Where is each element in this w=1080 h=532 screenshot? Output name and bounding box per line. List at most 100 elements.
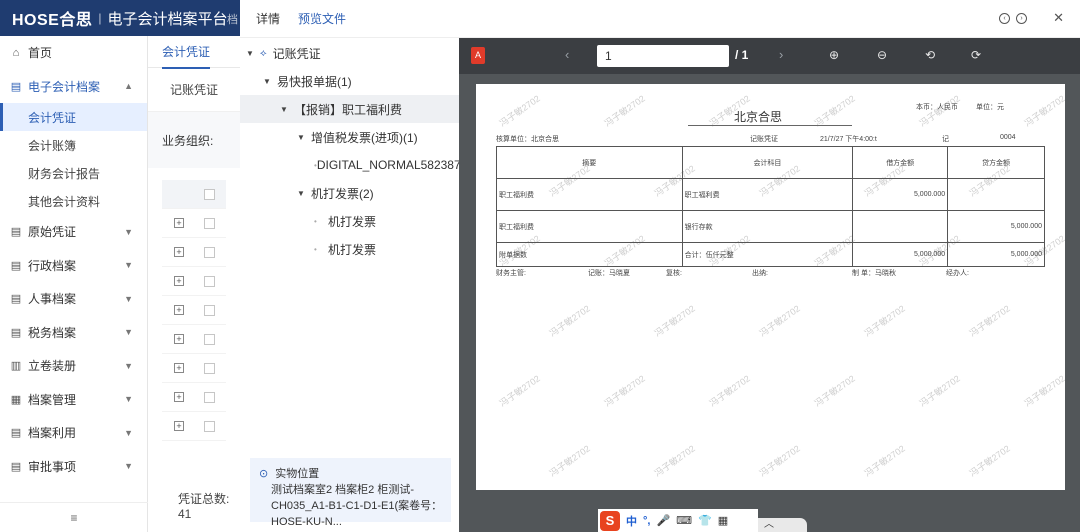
row-checkbox[interactable] bbox=[204, 391, 215, 403]
table-row[interactable]: + bbox=[162, 383, 226, 412]
keyboard-icon[interactable]: ⌨ bbox=[676, 514, 692, 527]
expand-row-icon[interactable]: + bbox=[174, 218, 184, 228]
row-checkbox[interactable] bbox=[204, 333, 215, 345]
sidebar-item-6[interactable]: ▥ 立卷装册 ▼ bbox=[0, 349, 147, 383]
expand-row-icon[interactable]: + bbox=[174, 421, 184, 431]
voucher-header-cell: 会计科目 bbox=[681, 146, 854, 179]
tree-node[interactable]: ▼ 【报销】职工福利费 bbox=[240, 95, 459, 123]
table-row[interactable]: + bbox=[162, 238, 226, 267]
page-tabs: 会计凭证 bbox=[148, 35, 240, 69]
voucher-cell-summary: 职工福利费 bbox=[496, 210, 683, 243]
top-header: HOSE合思 | 电子会计档案平台 档 bbox=[0, 0, 240, 36]
voucher-cell-credit: 5,000.000 bbox=[947, 242, 1045, 267]
ime-chinese-mode[interactable]: 中 bbox=[626, 513, 637, 529]
sidebar-item-8[interactable]: ▤ 档案利用 ▼ bbox=[0, 416, 147, 450]
caret-down-icon[interactable]: ▼ bbox=[280, 105, 294, 114]
expand-row-icon[interactable]: + bbox=[174, 392, 184, 402]
next-page-icon[interactable]: › bbox=[779, 47, 783, 62]
sidebar-subitem-0[interactable]: 会计凭证 bbox=[0, 103, 147, 131]
expand-row-icon[interactable]: + bbox=[174, 334, 184, 344]
microphone-icon[interactable]: 🎤 bbox=[656, 514, 670, 527]
sidebar-item-7[interactable]: ▦ 档案管理 ▼ bbox=[0, 383, 147, 417]
prev-record-icon[interactable]: ‹ bbox=[999, 12, 1011, 24]
zoom-out-icon[interactable]: ⊖ bbox=[877, 48, 887, 62]
sidebar-subitem-3[interactable]: 其他会计资料 bbox=[0, 187, 147, 215]
voucher-org: 核算单位：北京合思 bbox=[496, 136, 559, 143]
watermark-text: 冯子敏2702 bbox=[707, 373, 752, 409]
select-all-checkbox[interactable] bbox=[204, 188, 215, 200]
subtab-journal-voucher[interactable]: 记账凭证 bbox=[170, 81, 218, 98]
table-row[interactable]: + bbox=[162, 354, 226, 383]
sidebar-item-0[interactable]: ⌂ 首页 bbox=[0, 36, 147, 70]
caret-down-icon[interactable]: ▼ bbox=[297, 189, 311, 198]
rotate-right-icon[interactable]: ⟳ bbox=[971, 48, 981, 62]
brand-logo[interactable]: HOSE合思 bbox=[12, 6, 92, 30]
next-record-icon[interactable]: › bbox=[1016, 12, 1028, 24]
doc-icon: ▤ bbox=[10, 226, 22, 239]
archive-icon: ▤ bbox=[10, 80, 22, 93]
tree-node[interactable]: • DIGITAL_NORMAL58238779 bbox=[240, 151, 459, 179]
row-checkbox[interactable] bbox=[204, 362, 215, 374]
expand-row-icon[interactable]: + bbox=[174, 363, 184, 373]
sidebar-subitem-2[interactable]: 财务会计报告 bbox=[0, 159, 147, 187]
physical-location-card: ⊙ 实物位置 测试档案室2 档案柜2 柜测试-CH035_A1-B1-C1-D1… bbox=[250, 458, 451, 528]
table-row[interactable]: + bbox=[162, 296, 226, 325]
voucher-number: 0004 bbox=[1000, 134, 1016, 141]
tree-node[interactable]: ▼ 易快报单据(1) bbox=[240, 67, 459, 95]
sidebar-item-2[interactable]: ▤ 原始凭证 ▼ bbox=[0, 215, 147, 249]
sogou-logo-icon[interactable]: S bbox=[600, 510, 620, 531]
tab-voucher[interactable]: 会计凭证 bbox=[162, 35, 211, 69]
sidebar-item-5[interactable]: ▤ 税务档案 ▼ bbox=[0, 316, 147, 350]
zoom-in-icon[interactable]: ⊕ bbox=[829, 48, 839, 62]
sidebar-item-9[interactable]: ▤ 审批事项 ▼ bbox=[0, 450, 147, 484]
row-checkbox[interactable] bbox=[204, 217, 215, 229]
sidebar-item-label: 行政档案 bbox=[28, 258, 77, 273]
table-row[interactable]: + bbox=[162, 209, 226, 238]
table-row[interactable]: + bbox=[162, 267, 226, 296]
rotate-left-icon[interactable]: ⟲ bbox=[925, 48, 935, 62]
row-checkbox[interactable] bbox=[204, 275, 215, 287]
watermark-text: 冯子敏2702 bbox=[917, 373, 962, 409]
tab-details[interactable]: 详情 bbox=[256, 10, 280, 27]
expand-row-icon[interactable]: + bbox=[174, 247, 184, 257]
close-icon[interactable]: ✕ bbox=[1053, 11, 1064, 25]
ime-punctuation[interactable]: °, bbox=[643, 515, 650, 527]
table-body: + + + + + + + + bbox=[162, 209, 226, 441]
sidebar-subitem-1[interactable]: 会计账簿 bbox=[0, 131, 147, 159]
voucher-row: 附单据数 合计：伍仟元整 5,000.000 5,000.000 bbox=[496, 242, 1045, 267]
sidebar-item-label: 档案利用 bbox=[28, 426, 77, 441]
caret-down-icon[interactable]: ▼ bbox=[263, 77, 277, 86]
tree-node[interactable]: ▼ ⟡ 记账凭证 bbox=[240, 39, 459, 67]
tab-preview-file[interactable]: 预览文件 bbox=[298, 10, 346, 27]
page-number-input[interactable]: 1 bbox=[597, 45, 729, 67]
bullet-icon: • bbox=[314, 216, 317, 226]
prev-page-icon[interactable]: ‹ bbox=[565, 47, 569, 62]
tree-node-label: 易快报单据(1) bbox=[277, 74, 352, 89]
tree-node[interactable]: ▼ 增值税发票(进项)(1) bbox=[240, 123, 459, 151]
watermark-text: 冯子敏2702 bbox=[497, 93, 542, 129]
menu-icon: ≡ bbox=[70, 510, 78, 525]
tree-node-label: 记账凭证 bbox=[272, 46, 321, 61]
table-row[interactable]: + bbox=[162, 325, 226, 354]
sidebar-item-3[interactable]: ▤ 行政档案 ▼ bbox=[0, 249, 147, 283]
chevron-down-icon: ▼ bbox=[124, 260, 133, 271]
skin-icon[interactable]: 👕 bbox=[698, 514, 712, 527]
sidebar-item-4[interactable]: ▤ 人事档案 ▼ bbox=[0, 282, 147, 316]
toolbox-icon[interactable]: ▦ bbox=[718, 514, 728, 527]
expand-row-icon[interactable]: + bbox=[174, 305, 184, 315]
main-content: 会计凭证 记账凭证 业务组织: + + + + + + + + 凭证总数: 41 bbox=[148, 36, 240, 532]
row-checkbox[interactable] bbox=[204, 246, 215, 258]
sidebar-item-1[interactable]: ▤ 电子会计档案 ▲ bbox=[0, 70, 147, 104]
tree-node[interactable]: • 机打发票 bbox=[240, 235, 459, 263]
row-checkbox[interactable] bbox=[204, 420, 215, 432]
caret-down-icon[interactable]: ▼ bbox=[297, 133, 311, 142]
collapse-sidebar-button[interactable]: ≡ bbox=[0, 502, 148, 532]
voucher-cell-account: 合计：伍仟元整 bbox=[681, 242, 854, 267]
table-row[interactable]: + bbox=[162, 412, 226, 441]
tree-node[interactable]: • 机打发票 bbox=[240, 207, 459, 235]
tree-node[interactable]: ▼ 机打发票(2) bbox=[240, 179, 459, 207]
preview-drawer: 详情 预览文件 ‹ › ✕ ▼ ⟡ 记账凭证 ▼ 易快报单据(1) ▼ 【报销】职工福利费 ▼… bbox=[240, 0, 1080, 532]
row-checkbox[interactable] bbox=[204, 304, 215, 316]
expand-row-icon[interactable]: + bbox=[174, 276, 184, 286]
caret-down-icon[interactable]: ▼ bbox=[246, 49, 260, 58]
